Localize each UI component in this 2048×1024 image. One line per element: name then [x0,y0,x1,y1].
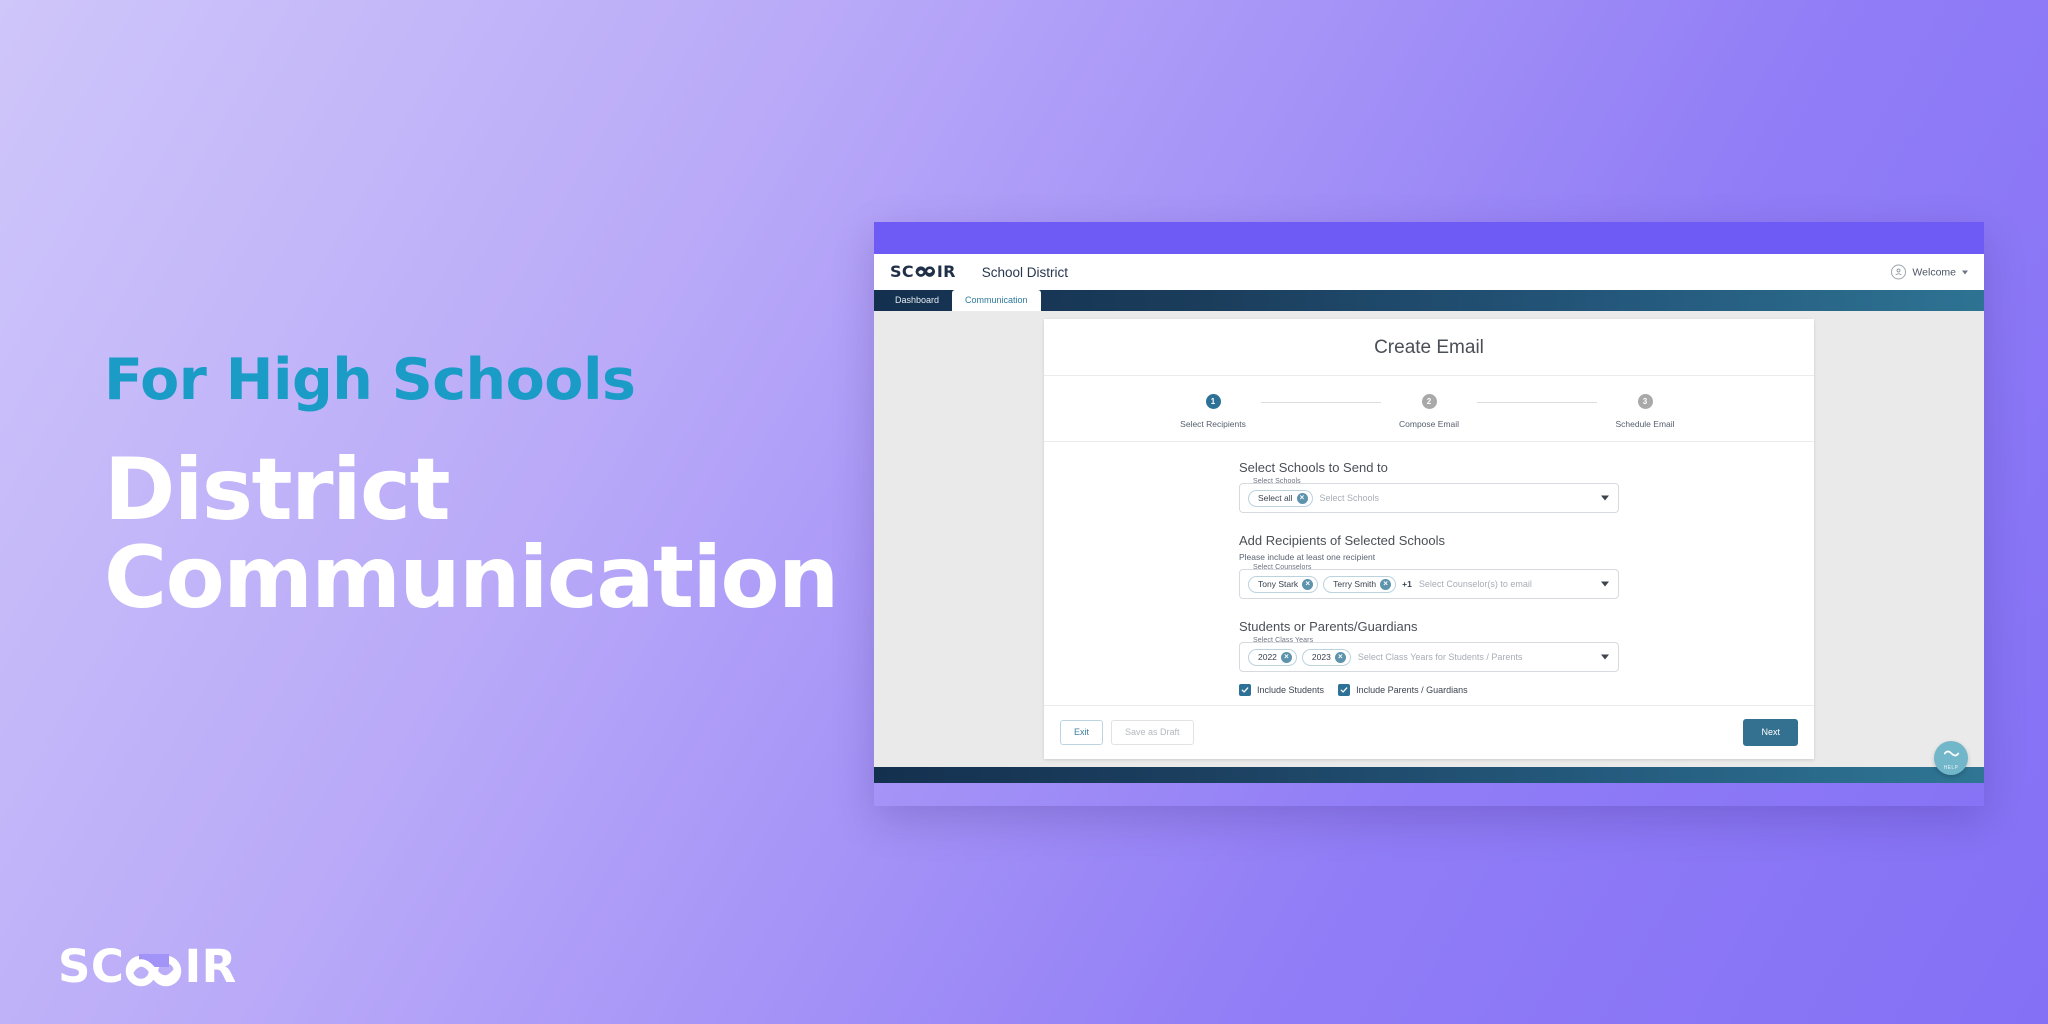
headline-line-2: Communication [104,527,839,628]
marketing-panel: For High Schools District Communication [104,352,864,622]
app-window: SC IR School District Welcome Dashboard … [874,222,1984,806]
scoir-infinity-icon [1943,746,1960,764]
next-button[interactable]: Next [1743,719,1798,746]
step-connector-1 [1261,401,1381,403]
step-2-label: Compose Email [1399,419,1459,429]
app-logo[interactable]: SC IR [890,262,956,283]
checkbox-checked-icon [1338,684,1351,696]
chip-remove-icon[interactable]: × [1334,651,1346,663]
app-body: Create Email 1 Select Recipients 2 Compo… [874,311,1984,775]
welcome-menu[interactable]: Welcome [1891,264,1968,280]
dropdown-caret-icon[interactable] [1601,581,1609,587]
welcome-label: Welcome [1912,266,1956,278]
step-1-dot: 1 [1205,394,1221,409]
chip-remove-icon[interactable]: × [1302,578,1314,590]
checkbox-checked-icon [1239,684,1251,696]
chip-remove-icon[interactable]: × [1296,492,1308,504]
chip-label: Tony Stark [1258,579,1299,589]
chevron-down-icon [1962,270,1968,274]
dropdown-caret-icon[interactable] [1601,654,1609,660]
wordmark-prefix: SC [58,940,125,993]
scoir-infinity-icon [915,262,936,283]
checkbox-include-students[interactable]: Include Students [1239,684,1324,696]
card-title: Create Email [1044,319,1814,376]
exit-button[interactable]: Exit [1060,720,1104,745]
section-heading-class-years: Students or Parents/Guardians [1239,619,1418,634]
select-counselors-placeholder: Select Counselor(s) to email [1418,579,1532,589]
checkbox-label: Include Students [1257,685,1325,695]
checkbox-include-parents-guardians[interactable]: Include Parents / Guardians [1338,684,1468,696]
step-3-dot: 3 [1637,394,1653,409]
app-logo-suffix: IR [936,262,956,281]
select-class-years-field[interactable]: Select Class Years 2022 × 2023 × Select … [1239,637,1619,672]
chip-2022[interactable]: 2022 × [1248,648,1297,666]
primary-nav: Dashboard Communication [874,290,1984,311]
user-avatar-icon [1891,264,1907,280]
step-schedule-email[interactable]: 3 Schedule Email [1597,394,1693,429]
browser-top-bar [874,222,1984,254]
select-class-years-placeholder: Select Class Years for Students / Parent… [1357,652,1523,662]
marketing-headline: District Communication [104,440,864,628]
select-schools-placeholder: Select Schools [1319,493,1380,503]
section-heading-recipients: Add Recipients of Selected Schools [1239,533,1445,548]
chip-overflow-count: +1 [1402,579,1412,589]
chip-remove-icon[interactable]: × [1280,651,1292,663]
checkbox-label: Include Parents / Guardians [1356,685,1468,695]
card-footer: Exit Save as Draft Next [1044,705,1814,759]
chip-label: 2023 [1311,652,1331,662]
step-2-dot: 2 [1421,394,1437,409]
chip-remove-icon[interactable]: × [1380,578,1392,590]
wordmark-suffix: IR [184,940,237,993]
help-bubble-button[interactable]: HELP [1934,741,1968,775]
step-compose-email[interactable]: 2 Compose Email [1381,394,1477,429]
chip-terry-smith[interactable]: Terry Smith × [1323,575,1397,593]
select-class-years-box[interactable]: 2022 × 2023 × Select Class Years for Stu… [1239,642,1619,672]
step-select-recipients[interactable]: 1 Select Recipients [1165,394,1261,429]
section-hint-recipients: Please include at least one recipient [1239,552,1376,562]
chip-label: Terry Smith [1333,579,1377,589]
app-logo-prefix: SC [890,262,914,281]
window-bottom-bar [874,767,1984,783]
include-options: Include Students Include Parents / Guard… [1239,684,1619,696]
step-3-label: Schedule Email [1615,419,1675,429]
create-email-card: Create Email 1 Select Recipients 2 Compo… [1044,319,1814,759]
app-header: SC IR School District Welcome [874,254,1984,290]
headline-line-1: District [104,440,451,540]
scoir-infinity-logo-icon [125,944,183,989]
form-area: Select Schools to Send to Select Schools… [1044,442,1814,705]
step-1-label: Select Recipients [1180,419,1246,429]
marketing-eyebrow: For High Schools [104,347,636,413]
nav-tab-dashboard[interactable]: Dashboard [882,290,952,311]
save-as-draft-button[interactable]: Save as Draft [1111,720,1194,745]
help-label: HELP [1943,764,1959,771]
dropdown-caret-icon[interactable] [1601,495,1609,501]
app-title: School District [981,264,1069,280]
select-counselors-box[interactable]: Tony Stark × Terry Smith × +1 Select Cou… [1239,569,1619,599]
step-connector-2 [1477,401,1597,403]
chip-label: Select all [1258,493,1293,503]
chip-label: 2022 [1258,652,1277,662]
select-schools-field[interactable]: Select Schools Select all × Select Schoo… [1239,478,1619,513]
chip-select-all[interactable]: Select all × [1248,489,1313,507]
select-counselors-field[interactable]: Select Counselors Tony Stark × Terry Smi… [1239,564,1619,599]
section-heading-schools: Select Schools to Send to [1239,460,1388,475]
wizard-stepper: 1 Select Recipients 2 Compose Email 3 Sc… [1044,376,1814,442]
select-schools-box[interactable]: Select all × Select Schools [1239,483,1619,513]
chip-2023[interactable]: 2023 × [1301,648,1351,666]
scoir-wordmark: SC IR [58,944,237,989]
chip-tony-stark[interactable]: Tony Stark × [1248,575,1319,593]
nav-tab-communication[interactable]: Communication [952,290,1041,311]
